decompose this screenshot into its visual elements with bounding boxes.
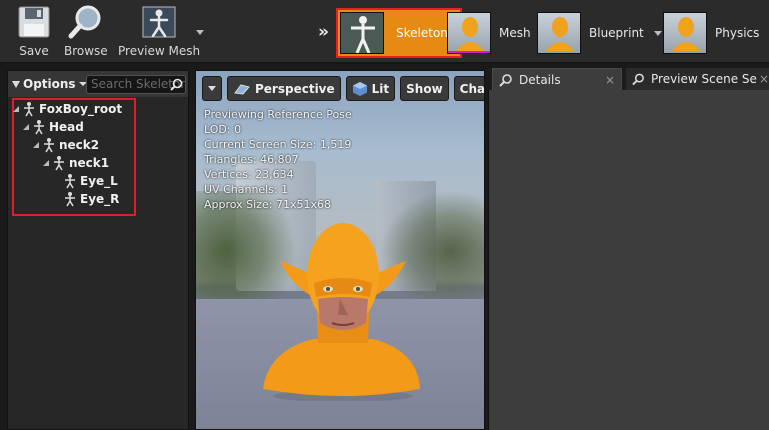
preview-mesh-label: Preview Mesh: [118, 44, 201, 58]
figure-preview-icon: [139, 3, 179, 41]
stat-line: UV Channels: 1: [204, 183, 289, 196]
mode-skeleton-button[interactable]: Skeleton: [336, 8, 462, 58]
expanded-arrow-icon: [23, 124, 29, 130]
expanded-arrow-icon: [43, 160, 49, 166]
blueprint-dropdown-arrow[interactable]: [653, 30, 662, 36]
bone-icon: [24, 102, 34, 117]
browse-button[interactable]: Browse: [64, 3, 108, 61]
options-label: Options: [23, 77, 76, 91]
save-button[interactable]: Save: [14, 3, 54, 61]
browse-label: Browse: [64, 44, 108, 58]
asset-editor-toolbar: Save Browse Preview Mesh » Skeleton Mesh…: [0, 0, 769, 64]
stat-line: Triangles: 46,807: [204, 153, 299, 166]
show-label: Show: [406, 81, 443, 96]
mode-blueprint-label: Blueprint: [589, 26, 644, 40]
viewport-toolbar: Perspective Lit Show Character: [202, 76, 485, 102]
character-head-model: [263, 223, 420, 401]
skeleton-search-input[interactable]: Search Skeleton: [86, 75, 186, 94]
perspective-label: Perspective: [255, 81, 335, 96]
expanded-arrow-icon: [33, 142, 39, 148]
show-button[interactable]: Show: [400, 76, 449, 101]
perspective-button[interactable]: Perspective: [227, 76, 341, 101]
bone-row-eye-r[interactable]: Eye_R: [63, 190, 119, 208]
character-label: Character: [459, 81, 485, 96]
mode-physics-label: Physics: [715, 26, 760, 40]
chevron-down-icon: [208, 86, 216, 91]
lit-button[interactable]: Lit: [345, 76, 396, 101]
preview-scene-magnifier-icon: [632, 73, 644, 86]
stat-line: Approx Size: 71x51x68: [204, 198, 331, 211]
skeleton-thumb-icon: [340, 12, 384, 54]
bone-row-foxboy-root[interactable]: FoxBoy_root: [13, 100, 122, 118]
bone-row-neck2[interactable]: neck2: [33, 136, 99, 154]
lit-cube-icon: [352, 81, 367, 96]
bone-row-neck1[interactable]: neck1: [43, 154, 109, 172]
character-button[interactable]: Character: [453, 76, 485, 101]
physics-thumb-icon: [663, 12, 707, 54]
search-icon: [170, 78, 183, 91]
preview-viewport[interactable]: Perspective Lit Show Character Previewin…: [195, 70, 485, 430]
close-icon[interactable]: ×: [759, 72, 769, 86]
skeleton-tree-header: Options Search Skeleton: [8, 71, 188, 97]
stat-line: Vertices: 23,634: [204, 168, 294, 181]
bone-label: Eye_R: [80, 192, 120, 206]
details-magnifier-icon: [499, 73, 512, 87]
stat-line: Current Screen Size: 1,519: [204, 138, 352, 151]
bone-row-eye-l[interactable]: Eye_L: [63, 172, 118, 190]
bone-label: FoxBoy_root: [39, 102, 123, 116]
mode-mesh-label: Mesh: [499, 26, 531, 40]
mode-physics-button[interactable]: Physics: [663, 8, 759, 58]
stat-line: Previewing Reference Pose: [204, 108, 352, 121]
viewport-stats: Previewing Reference Pose LOD: 0 Current…: [204, 107, 352, 212]
tab-details-label: Details: [519, 72, 561, 87]
bone-icon: [34, 120, 44, 135]
bone-icon: [65, 192, 75, 207]
lit-label: Lit: [371, 81, 390, 96]
filter-icon: [12, 80, 20, 88]
mode-blueprint-button[interactable]: Blueprint: [537, 8, 662, 58]
bone-label: Eye_L: [80, 174, 118, 188]
save-label: Save: [19, 44, 49, 58]
tab-preview-scene-label: Preview Scene Se: [651, 72, 757, 86]
stat-line: LOD: 0: [204, 123, 242, 136]
preview-mesh-dropdown-arrow[interactable]: [196, 30, 204, 35]
preview-mesh-button[interactable]: Preview Mesh: [118, 3, 200, 61]
mode-arrows-icon: »: [318, 22, 329, 42]
bone-icon: [65, 174, 75, 189]
mode-skeleton-label: Skeleton: [396, 26, 448, 40]
perspective-icon: [234, 83, 250, 95]
close-icon[interactable]: ×: [605, 73, 615, 87]
details-panel: [488, 90, 769, 430]
details-tab-strip: Details × Preview Scene Se ×: [488, 68, 769, 90]
bone-label: neck2: [59, 138, 100, 152]
mesh-thumb-icon: [447, 12, 491, 54]
bone-row-head[interactable]: Head: [23, 118, 84, 136]
options-button[interactable]: Options: [12, 77, 87, 91]
tab-details[interactable]: Details ×: [492, 68, 622, 90]
expanded-arrow-icon: [13, 106, 19, 112]
magnifier-icon: [66, 3, 106, 41]
floppy-disk-icon: [14, 3, 54, 41]
bone-label: neck1: [69, 156, 110, 170]
bone-icon: [44, 138, 54, 153]
skeleton-tree-panel: Options Search Skeleton FoxBoy_root Head…: [7, 70, 189, 430]
viewport-options-button[interactable]: [202, 76, 222, 101]
blueprint-thumb-icon: [537, 12, 581, 54]
bone-label: Head: [49, 120, 84, 134]
bone-icon: [54, 156, 64, 171]
mode-mesh-button[interactable]: Mesh: [447, 8, 531, 58]
tab-preview-scene-settings[interactable]: Preview Scene Se ×: [626, 68, 769, 90]
